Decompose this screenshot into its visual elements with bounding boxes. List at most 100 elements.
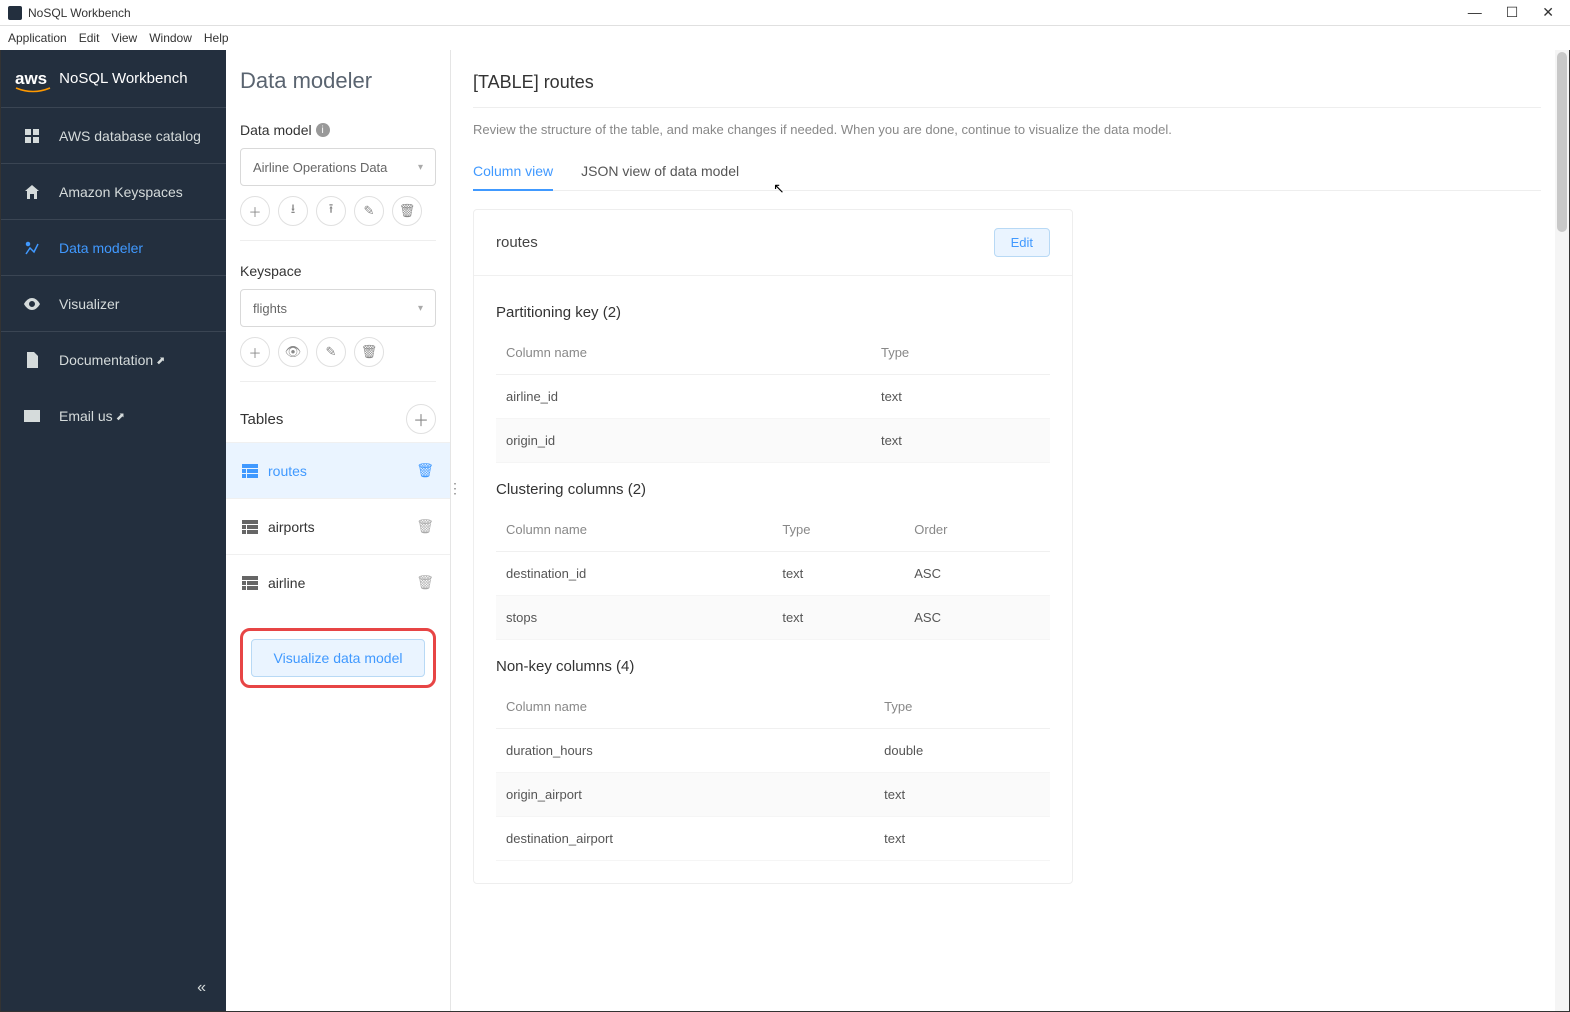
table-row: destination_airporttext	[496, 817, 1050, 861]
sidebar-item-label: Visualizer	[59, 296, 119, 312]
sidebar-item-data-modeler[interactable]: Data modeler	[1, 220, 226, 276]
document-icon	[23, 351, 41, 369]
type-header: Type	[871, 331, 1050, 375]
plus-icon: ＋	[248, 343, 261, 362]
external-link-icon: ⬈	[116, 410, 125, 423]
sidebar-item-catalog[interactable]: AWS database catalog	[1, 108, 226, 164]
sidebar-item-visualizer[interactable]: Visualizer	[1, 276, 226, 332]
pencil-icon: ✎	[364, 203, 375, 219]
partitioning-title: Partitioning key (2)	[496, 304, 1050, 321]
delete-table-button[interactable]: 🗑	[416, 462, 434, 479]
table-icon	[242, 576, 258, 590]
table-card: routes Edit Partitioning key (2) Column …	[473, 209, 1073, 884]
table-row: origin_airporttext	[496, 773, 1050, 817]
sidebar-collapse-button[interactable]: «	[1, 965, 226, 1011]
table-row: airline_idtext	[496, 375, 1050, 419]
pencil-icon: ✎	[326, 344, 337, 360]
trash-icon: 🗑	[399, 203, 416, 219]
tables-label: Tables	[240, 411, 283, 428]
keyspace-value: flights	[253, 301, 287, 316]
sidebar-header: aws NoSQL Workbench	[1, 50, 226, 108]
upload-icon: ⭱	[329, 200, 334, 222]
menu-view[interactable]: View	[111, 31, 137, 45]
eye-icon: 👁	[285, 344, 302, 360]
add-model-button[interactable]: ＋	[240, 196, 270, 226]
sidebar-item-label: Data modeler	[59, 240, 143, 256]
app-icon	[8, 6, 22, 20]
scrollbar[interactable]	[1555, 50, 1569, 1011]
keyspace-label: Keyspace	[240, 263, 436, 279]
add-table-button[interactable]: ＋	[406, 404, 436, 434]
window-close-button[interactable]: ✕	[1542, 4, 1554, 21]
sidebar-item-keyspaces[interactable]: Amazon Keyspaces	[1, 164, 226, 220]
table-row: duration_hoursdouble	[496, 729, 1050, 773]
table-row: origin_idtext	[496, 419, 1050, 463]
resize-handle[interactable]: ⋮	[451, 480, 460, 497]
clustering-title: Clustering columns (2)	[496, 481, 1050, 498]
chevron-down-icon: ▾	[418, 303, 423, 314]
table-icon	[242, 464, 258, 478]
nonkey-title: Non-key columns (4)	[496, 658, 1050, 675]
table-row: destination_idtextASC	[496, 552, 1050, 596]
import-model-button[interactable]: ⭳	[278, 196, 308, 226]
export-model-button[interactable]: ⭱	[316, 196, 346, 226]
table-item-airports[interactable]: airports 🗑	[226, 498, 450, 554]
window-maximize-button[interactable]: ☐	[1506, 4, 1519, 21]
trash-icon: 🗑	[361, 344, 378, 360]
sidebar-item-label: Amazon Keyspaces	[59, 184, 183, 200]
clustering-table: Column nameTypeOrder destination_idtextA…	[496, 508, 1050, 640]
view-keyspace-button[interactable]: 👁	[278, 337, 308, 367]
sidebar-item-label: AWS database catalog	[59, 128, 201, 144]
table-item-routes[interactable]: routes 🗑	[226, 442, 450, 498]
window-titlebar: NoSQL Workbench — ☐ ✕	[0, 0, 1570, 26]
add-keyspace-button[interactable]: ＋	[240, 337, 270, 367]
visualize-button[interactable]: Visualize data model	[251, 639, 425, 677]
tab-column-view[interactable]: Column view	[473, 163, 553, 191]
external-link-icon: ⬈	[156, 354, 165, 367]
home-icon	[23, 183, 41, 201]
table-item-airline[interactable]: airline 🗑	[226, 554, 450, 610]
model-panel: Data modeler Data model i Airline Operat…	[226, 50, 451, 1011]
data-model-label: Data model i	[240, 122, 436, 138]
order-header: Order	[904, 508, 1050, 552]
sidebar-item-email[interactable]: Email us⬈	[1, 388, 226, 444]
delete-keyspace-button[interactable]: 🗑	[354, 337, 384, 367]
info-icon[interactable]: i	[316, 123, 330, 137]
keyspace-select[interactable]: flights ▾	[240, 289, 436, 327]
col-header: Column name	[496, 508, 772, 552]
help-text: Review the structure of the table, and m…	[473, 122, 1541, 137]
menu-application[interactable]: Application	[8, 31, 67, 45]
table-name: routes	[268, 463, 307, 479]
edit-keyspace-button[interactable]: ✎	[316, 337, 346, 367]
aws-logo: aws	[15, 69, 47, 89]
mail-icon	[23, 407, 41, 425]
menu-help[interactable]: Help	[204, 31, 229, 45]
delete-table-button[interactable]: 🗑	[416, 574, 434, 591]
scrollbar-thumb[interactable]	[1557, 52, 1567, 232]
tabs: Column view JSON view of data model	[473, 163, 1541, 191]
menu-window[interactable]: Window	[149, 31, 192, 45]
visualize-highlight: Visualize data model	[240, 628, 436, 688]
download-icon: ⭳	[291, 200, 296, 222]
window-title: NoSQL Workbench	[28, 6, 1468, 20]
edit-button[interactable]: Edit	[994, 228, 1050, 257]
table-name: airports	[268, 519, 315, 535]
type-header: Type	[874, 685, 1050, 729]
edit-model-button[interactable]: ✎	[354, 196, 384, 226]
sidebar-title: NoSQL Workbench	[59, 70, 187, 87]
plus-icon: ＋	[413, 407, 429, 431]
data-model-value: Airline Operations Data	[253, 160, 387, 175]
window-minimize-button[interactable]: —	[1468, 4, 1482, 21]
plus-icon: ＋	[248, 202, 261, 221]
data-model-select[interactable]: Airline Operations Data ▾	[240, 148, 436, 186]
delete-table-button[interactable]: 🗑	[416, 518, 434, 535]
chevron-double-left-icon: «	[197, 979, 206, 996]
tab-json-view[interactable]: JSON view of data model	[581, 163, 739, 190]
sidebar-item-documentation[interactable]: Documentation⬈	[1, 332, 226, 388]
panel-heading: Data modeler	[240, 68, 436, 94]
delete-model-button[interactable]: 🗑	[392, 196, 422, 226]
menu-edit[interactable]: Edit	[79, 31, 100, 45]
col-header: Column name	[496, 685, 874, 729]
table-icon	[242, 520, 258, 534]
sidebar-item-label: Email us⬈	[59, 408, 125, 424]
